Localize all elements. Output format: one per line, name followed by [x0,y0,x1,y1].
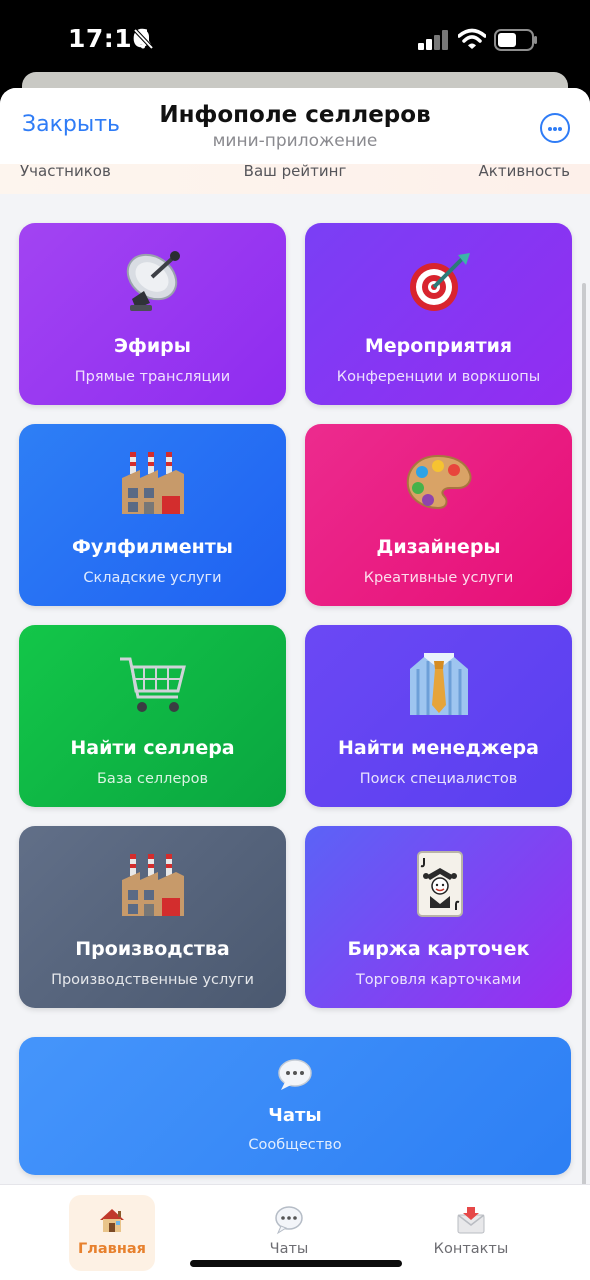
more-icon[interactable] [540,113,570,143]
card-subtitle: База селлеров [96,771,208,787]
page-title: Инфополе селлеров [159,102,431,128]
card-subtitle: Сообщество [248,1137,342,1153]
card-chaty[interactable]: Чаты Сообщество [19,1037,571,1175]
page-subtitle: мини-приложение [212,131,378,151]
scrollbar[interactable] [582,283,586,1243]
card-title: Биржа карточек [347,938,530,960]
card-dizainery[interactable]: Дизайнеры Креативные услуги [305,424,572,606]
factory-icon [19,850,286,920]
house-icon [69,1205,155,1235]
stat-activity-label: Активность [478,164,570,180]
bell-slash-icon [133,28,154,50]
target-icon [305,247,572,317]
speech-bubble-icon [19,1055,571,1095]
envelope-icon [428,1205,514,1235]
tab-label: Главная [78,1241,146,1257]
card-title: Производства [75,938,230,960]
card-birzha-kartochek[interactable]: Биржа карточек Торговля карточками [305,826,572,1008]
tab-label: Контакты [433,1241,509,1257]
mini-app-sheet: Закрыть Инфополе селлеров мини-приложени… [0,88,590,1280]
card-fulfilmenty[interactable]: Фулфилменты Складские услуги [19,424,286,606]
card-subtitle: Складские услуги [83,570,222,586]
card-subtitle: Торговля карточками [355,972,522,988]
status-bar: 17:16 [0,0,590,78]
card-meropriyatiya[interactable]: Мероприятия Конференции и воркшопы [305,223,572,405]
battery-icon [494,29,537,51]
card-nayti-menedzhera[interactable]: Найти менеджера Поиск специалистов [305,625,572,807]
card-title: Эфиры [114,335,191,357]
card-subtitle: Конференции и воркшопы [336,369,541,385]
card-title: Чаты [268,1105,322,1126]
joker-card-icon [305,850,572,920]
card-nayti-sellera[interactable]: Найти селлера База селлеров [19,625,286,807]
shirt-tie-icon [305,649,572,719]
category-grid: Эфиры Прямые трансляции Мероприятия Конф… [0,194,590,1184]
card-subtitle: Креативные услуги [363,570,514,586]
card-subtitle: Поиск специалистов [359,771,518,787]
card-proizvodstva[interactable]: Производства Производственные услуги [19,826,286,1008]
tab-label: Чаты [269,1241,309,1257]
home-indicator[interactable] [190,1260,402,1267]
card-title: Фулфилменты [72,536,233,558]
tab-contacts[interactable]: Контакты [428,1195,514,1271]
factory-icon [19,448,286,518]
tab-home[interactable]: Главная [69,1195,155,1271]
card-subtitle: Производственные услуги [51,972,254,988]
card-title: Найти менеджера [338,737,539,759]
satellite-dish-icon [19,247,286,317]
card-efiry[interactable]: Эфиры Прямые трансляции [19,223,286,405]
header: Закрыть Инфополе селлеров мини-приложени… [0,88,590,164]
speech-bubble-icon [246,1205,332,1235]
card-title: Мероприятия [364,335,513,357]
shopping-cart-icon [19,649,286,719]
cellular-signal-icon [418,30,448,50]
palette-icon [305,448,572,518]
card-title: Дизайнеры [376,536,501,558]
stats-strip: Участников Ваш рейтинг Активность [0,164,590,194]
card-title: Найти селлера [70,737,235,759]
card-subtitle: Прямые трансляции [74,369,231,385]
wifi-icon [458,28,486,49]
